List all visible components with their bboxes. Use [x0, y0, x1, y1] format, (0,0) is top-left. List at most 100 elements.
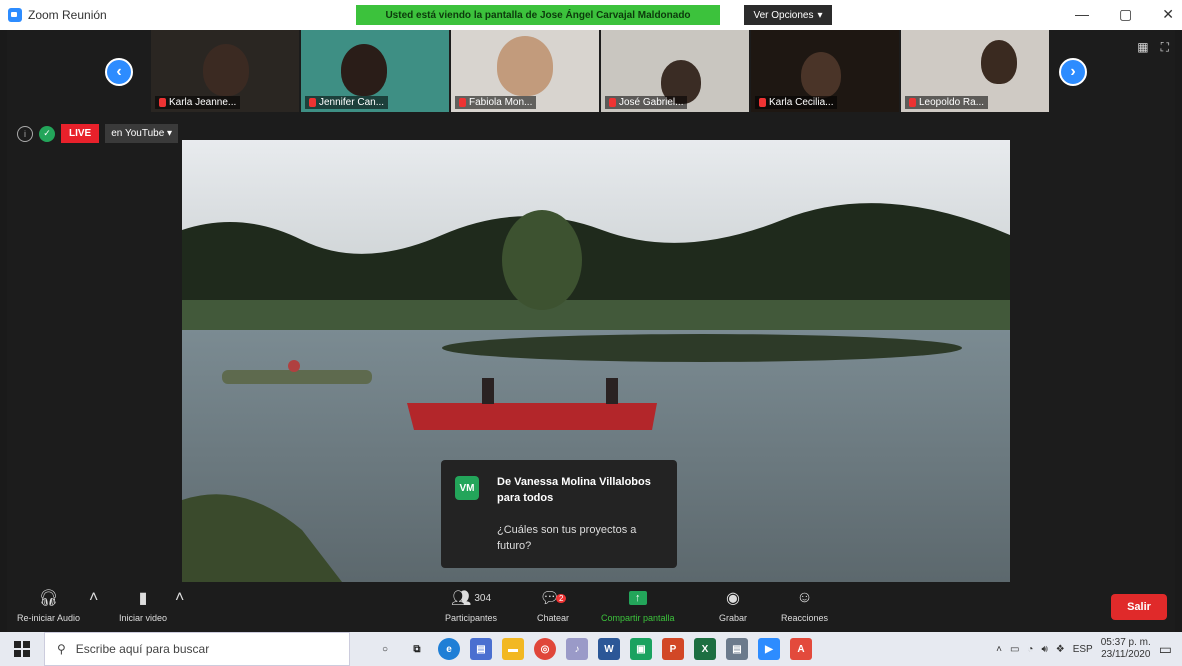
zoom-logo-icon [8, 8, 22, 22]
video-options-caret[interactable]: ˄ [175, 586, 184, 610]
participant-tile[interactable]: Karla Jeanne... [151, 30, 299, 112]
taskbar-search-placeholder: Escribe aquí para buscar [75, 642, 210, 656]
green-app-icon[interactable]: ▣ [630, 638, 652, 660]
caret-up-icon: ˄ [175, 589, 185, 606]
video-button[interactable]: ▮ Iniciar video [119, 586, 167, 623]
excel-icon[interactable]: X [694, 638, 716, 660]
audio-button[interactable]: 🎧︎ Re-iniciar Audio [17, 586, 80, 623]
fullscreen-icon[interactable]: ⛶ [1161, 40, 1169, 55]
document-icon[interactable]: ▤ [726, 638, 748, 660]
mic-muted-icon [309, 98, 316, 107]
chat-button[interactable]: 💬︎ 2 Chatear [537, 586, 569, 623]
chat-label: Chatear [537, 613, 570, 623]
participant-label: Karla Cecilia... [755, 96, 838, 109]
prev-page-arrow-icon[interactable]: ‹ [105, 58, 133, 86]
store-icon[interactable]: ▤ [470, 638, 492, 660]
cortana-icon[interactable]: ○ [374, 638, 396, 660]
clock-date: 23/11/2020 [1101, 649, 1151, 660]
participant-tile[interactable]: Jennifer Can... [301, 30, 449, 112]
network-icon[interactable]: ◔ [1027, 644, 1033, 655]
close-button[interactable]: ✕ [1162, 6, 1174, 23]
dropbox-icon[interactable]: ❖ [1056, 644, 1065, 655]
chat-notification[interactable]: VM De Vanessa Molina Villalobos para tod… [441, 460, 677, 568]
windows-taskbar: ⚲ Escribe aquí para buscar ○ ⧉ e ▤ ▬ ◎ ♪… [0, 632, 1182, 666]
participant-label: Karla Jeanne... [155, 96, 241, 109]
live-stream-controls: i ✓ LIVE en YouTube ▾ [17, 124, 179, 143]
chat-badge: 2 [555, 593, 567, 603]
caret-up-icon: ˄ [89, 589, 99, 606]
participant-tile[interactable]: Fabiola Mon... [451, 30, 599, 112]
participant-video [497, 36, 553, 96]
video-off-icon: ▮ [138, 590, 148, 607]
shield-icon[interactable]: ✓ [39, 125, 55, 142]
participant-name: Jennifer Can... [319, 97, 385, 108]
battery-icon[interactable]: ▭ [1010, 644, 1019, 655]
headphones-icon: 🎧︎ [38, 590, 59, 607]
word-icon[interactable]: W [598, 638, 620, 660]
chat-message: ¿Cuáles son tus proyectos a futuro? [497, 524, 637, 552]
language-indicator[interactable]: ESP [1073, 644, 1093, 655]
participants-button[interactable]: 👥︎ 304 Participantes [445, 586, 497, 623]
record-label: Grabar [719, 613, 748, 623]
participant-label: José Gabriel... [605, 96, 688, 109]
view-controls: ▦ ⛶ [1137, 40, 1169, 55]
windows-logo-icon [14, 641, 30, 657]
participants-label: Participantes [445, 613, 498, 623]
media-icon[interactable]: ♪ [566, 638, 588, 660]
reactions-label: Reacciones [781, 613, 829, 623]
mic-muted-icon [159, 98, 166, 107]
clock-time: 05:37 p. m. [1100, 637, 1151, 648]
edge-icon[interactable]: e [438, 638, 460, 660]
reactions-button[interactable]: ☺ Reacciones [781, 586, 828, 623]
share-screen-icon: ↑ [629, 586, 647, 610]
view-options-button[interactable]: Ver Opciones ▾ [744, 5, 832, 25]
chrome-icon[interactable]: ◎ [534, 638, 556, 660]
search-icon: ⚲ [57, 642, 66, 656]
participant-name: Fabiola Mon... [469, 97, 533, 108]
window-title: Zoom Reunión [28, 8, 107, 22]
minimize-button[interactable]: — [1075, 6, 1089, 23]
file-explorer-icon[interactable]: ▬ [502, 638, 524, 660]
participant-label: Fabiola Mon... [455, 96, 537, 109]
notifications-icon[interactable]: ▭ [1159, 641, 1172, 658]
participant-name: José Gabriel... [619, 97, 684, 108]
share-banner: Usted está viendo la pantalla de Jose Án… [356, 5, 720, 25]
participant-label: Jennifer Can... [305, 96, 389, 109]
next-page-arrow-icon[interactable]: › [1059, 58, 1087, 86]
volume-icon[interactable]: 🔊︎ [1041, 644, 1047, 655]
zoom-app-icon[interactable]: ▶ [758, 638, 780, 660]
chat-sender-avatar: VM [455, 476, 479, 500]
participants-count: 304 [474, 592, 492, 604]
info-icon[interactable]: i [17, 125, 33, 142]
live-badge: LIVE [61, 124, 100, 143]
leave-meeting-button[interactable]: Salir [1111, 594, 1167, 620]
video-label: Iniciar video [119, 613, 168, 623]
taskbar-search-input[interactable]: ⚲ Escribe aquí para buscar [44, 632, 350, 666]
task-view-icon[interactable]: ⧉ [406, 638, 428, 660]
live-destination-dropdown[interactable]: en YouTube ▾ [105, 124, 179, 143]
window-titlebar: Zoom Reunión Usted está viendo la pantal… [0, 0, 1182, 30]
gallery-view-icon[interactable]: ▦ [1137, 40, 1148, 55]
audio-options-caret[interactable]: ˄ [89, 586, 98, 610]
participant-video [801, 52, 841, 98]
participant-tile[interactable]: Leopoldo Ra... [901, 30, 1049, 112]
start-button[interactable] [0, 632, 44, 666]
participant-tile[interactable]: José Gabriel... [601, 30, 749, 112]
maximize-button[interactable]: ▢ [1119, 6, 1132, 23]
participant-video [341, 44, 387, 96]
pdf-icon[interactable]: A [790, 638, 812, 660]
tray-overflow-icon[interactable]: ˄ [996, 644, 1002, 655]
reactions-icon: ☺ [796, 589, 813, 606]
taskbar-clock[interactable]: 05:37 p. m. 23/11/2020 [1101, 637, 1151, 661]
share-screen-button[interactable]: ↑ Compartir pantalla [601, 586, 675, 623]
powerpoint-icon[interactable]: P [662, 638, 684, 660]
participants-icon: 👥︎ 304 [451, 590, 492, 607]
mic-muted-icon [609, 98, 616, 107]
participant-tile[interactable]: Karla Cecilia... [751, 30, 899, 112]
chat-sender: De Vanessa Molina Villalobos para todos [497, 476, 651, 504]
record-button[interactable]: ◉ Grabar [719, 586, 747, 623]
chat-icon: 💬︎ 2 [540, 586, 567, 610]
participant-name: Leopoldo Ra... [919, 97, 985, 108]
share-screen-label: Compartir pantalla [601, 613, 675, 623]
audio-label: Re-iniciar Audio [17, 613, 81, 623]
